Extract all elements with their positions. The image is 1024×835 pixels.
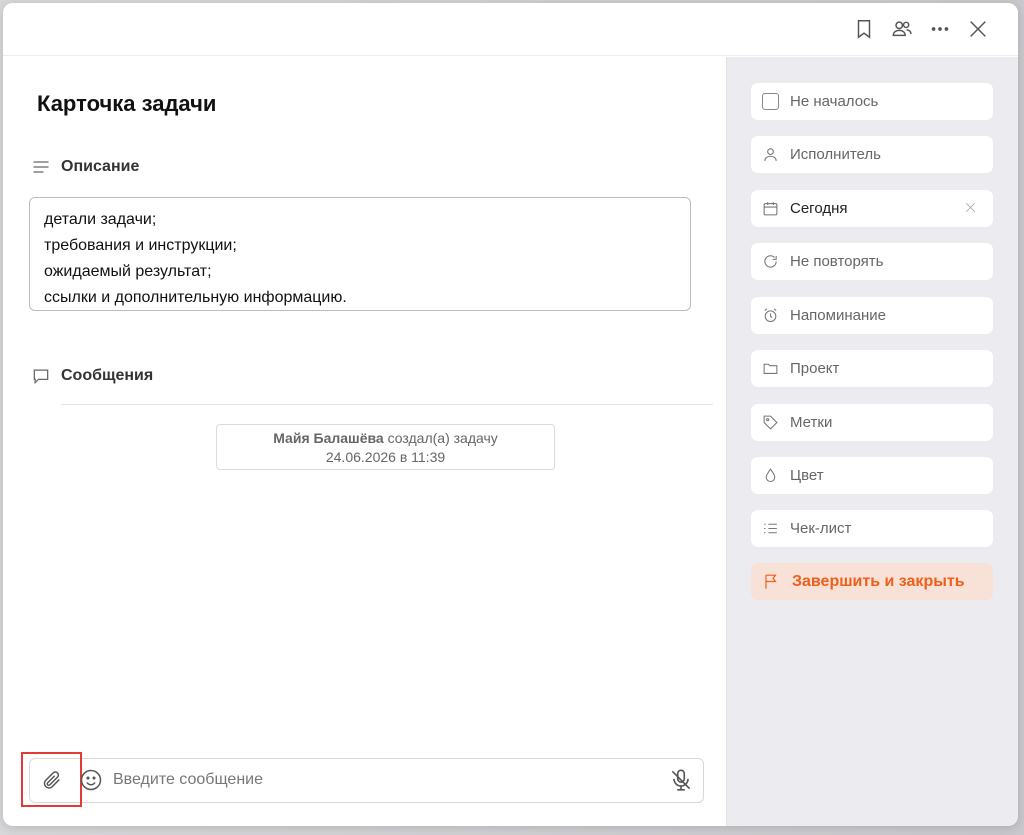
task-created-event: Майя Балашёва создал(а) задачу 24.06.202… [216,424,555,470]
folder-icon [763,363,778,374]
attach-file-button[interactable] [21,752,82,807]
emoji-button[interactable] [79,768,103,792]
description-heading: Описание [61,158,140,175]
message-input[interactable] [113,766,643,794]
sidebar-item-label: Цвет [790,467,824,484]
flag-icon [765,574,777,589]
chat-bubble-icon [33,369,49,385]
alarm-icon [764,308,777,323]
close-icon [965,202,976,213]
paperclip-icon [43,770,60,789]
description-line: ожидаемый результат; [44,263,212,280]
messages-divider [61,404,713,405]
task-properties-sidebar: Не началось Исполнитель Сегодня Не повто… [726,57,1018,826]
sidebar-item-status[interactable]: Не началось [751,83,993,120]
task-main-panel: Карточка задачи Описание детали задачи; … [3,57,726,826]
checkbox-icon [762,93,779,110]
more-button[interactable] [928,17,952,41]
sidebar-item-project[interactable]: Проект [751,350,993,387]
sidebar-item-repeat[interactable]: Не повторять [751,243,993,280]
close-icon [970,21,986,37]
sidebar-item-label: Чек-лист [790,520,852,537]
sidebar-item-color[interactable]: Цвет [751,457,993,494]
tag-icon [763,415,778,430]
bookmark-button[interactable] [852,17,876,41]
messages-heading: Сообщения [61,367,154,384]
sidebar-item-label: Не началось [790,93,879,110]
clear-date-button[interactable] [964,201,977,214]
text-lines-icon [33,161,49,173]
voice-message-button[interactable] [668,767,694,793]
task-card-modal: Карточка задачи Описание детали задачи; … [3,3,1018,826]
smile-icon [80,769,102,791]
close-button[interactable] [966,17,990,41]
members-button[interactable] [890,17,914,41]
topbar-actions [852,17,990,41]
event-action: создал(а) задачу [387,430,498,446]
description-field[interactable]: детали задачи; требования и инструкции; … [29,197,691,311]
bookmark-icon [857,20,871,39]
sidebar-item-label: Исполнитель [790,146,881,163]
messages-header: Сообщения [31,366,153,386]
sidebar-item-assignee[interactable]: Исполнитель [751,136,993,173]
sidebar-item-due-date[interactable]: Сегодня [751,190,993,227]
more-icon [931,27,949,31]
sidebar-item-tags[interactable]: Метки [751,404,993,441]
sidebar-item-checklist[interactable]: Чек-лист [751,510,993,547]
event-text: Майя Балашёва создал(а) задачу [217,429,554,448]
description-line: детали задачи; [44,211,157,228]
sidebar-item-label: Сегодня [790,200,848,217]
repeat-icon [764,255,777,268]
event-datetime: 24.06.2026 в 11:39 [325,449,446,465]
sidebar-item-label: Не повторять [790,253,884,270]
event-author: Майя Балашёва [273,430,384,446]
description-line: требования и инструкции; [44,237,237,254]
checklist-icon [764,523,777,534]
calendar-icon [763,202,778,216]
sidebar-item-reminder[interactable]: Напоминание [751,297,993,334]
finish-and-close-button[interactable]: Завершить и закрыть [751,563,993,600]
description-line: ссылки и дополнительную информацию. [44,289,347,306]
description-header: Описание [31,157,139,177]
mic-off-icon [671,769,691,791]
modal-topbar [3,3,1018,56]
sidebar-item-label: Напоминание [790,307,886,324]
person-icon [764,148,777,161]
page-title: Карточка задачи [37,91,217,116]
users-icon [892,21,912,37]
sidebar-item-label: Проект [790,360,840,377]
finish-label: Завершить и закрыть [792,572,965,590]
sidebar-item-label: Метки [790,414,833,431]
drop-icon [765,468,776,483]
